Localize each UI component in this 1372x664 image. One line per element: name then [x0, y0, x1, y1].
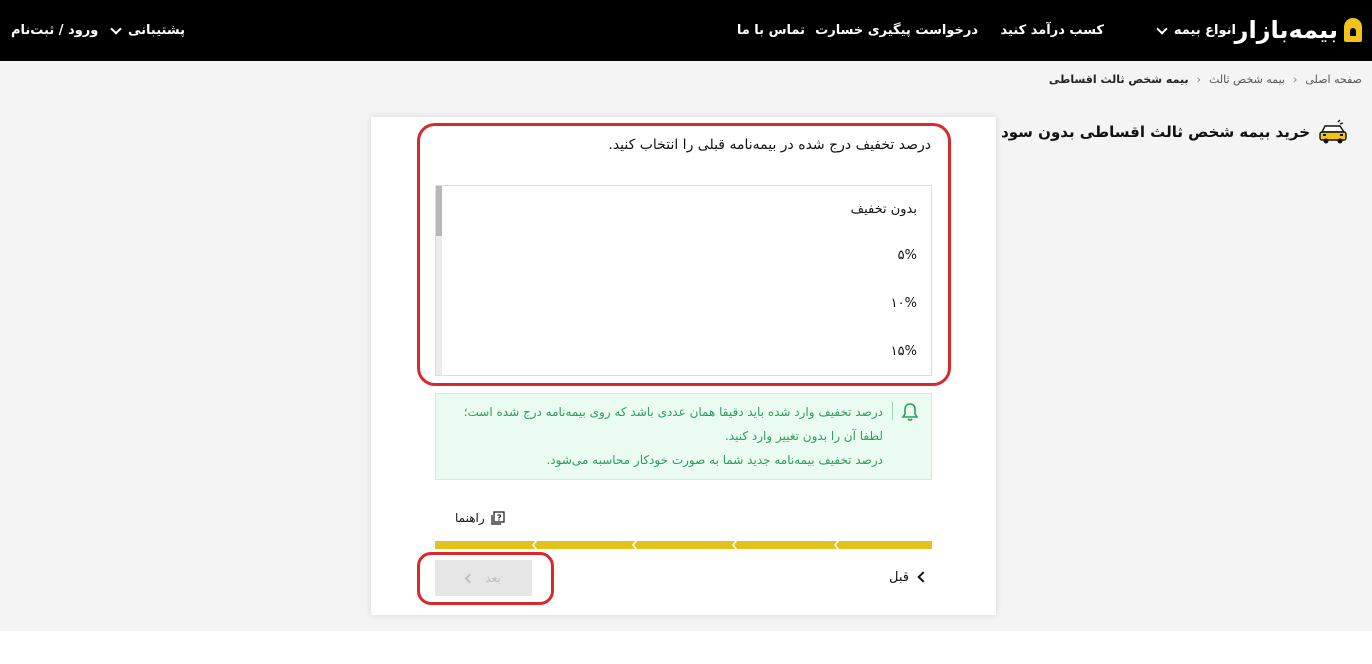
nav-contact-us-label: تماس با ما	[736, 23, 805, 38]
footer-strip	[0, 631, 1372, 664]
nav-insurance-types[interactable]: انواع بیمه	[1156, 0, 1236, 61]
nav-earn-income[interactable]: کسب درآمد کنید	[1001, 0, 1104, 61]
scrollbar-thumb[interactable]	[436, 186, 442, 236]
car-icon	[1319, 119, 1347, 144]
notice-divider	[892, 402, 893, 420]
breadcrumb-current: بیمه شخص ثالث اقساطی	[1048, 72, 1189, 86]
nav-claim-tracking-label: درخواست پیگیری خسارت	[815, 23, 978, 38]
notice-text: درصد تخفیف وارد شده باید دقیقا همان عددی…	[453, 400, 883, 472]
next-button[interactable]: بعد	[435, 560, 532, 596]
page-title-text: خرید بیمه شخص ثالث اقساطی بدون سود	[1001, 123, 1310, 141]
help-link[interactable]: راهنما	[455, 509, 505, 527]
page-title: خرید بیمه شخص ثالث اقساطی بدون سود	[1001, 116, 1348, 148]
chevron-left-icon	[464, 573, 475, 583]
nav-support[interactable]: پشتیبانی	[110, 0, 185, 61]
notice-line-2: درصد تخفیف بیمه‌نامه جدید شما به صورت خو…	[546, 453, 883, 467]
step-separator	[632, 540, 638, 550]
chevron-left-icon: ‹	[1196, 72, 1201, 86]
chevron-left-icon: ‹	[1292, 72, 1298, 86]
progress-bar	[435, 540, 932, 550]
option-10-percent[interactable]: ۱۰%	[891, 296, 917, 311]
prev-button[interactable]: قبل	[889, 567, 929, 587]
logo-text: بیمه‌بازار	[1234, 16, 1338, 44]
chevron-down-icon	[110, 22, 122, 35]
breadcrumb-home[interactable]: صفحه اصلی	[1305, 73, 1362, 86]
option-5-percent[interactable]: ۵%	[898, 248, 917, 263]
site-logo[interactable]: بیمه‌بازار	[1235, 14, 1362, 46]
nav-login[interactable]: ورود / ثبت‌نام	[11, 0, 98, 61]
prev-button-label: قبل	[889, 569, 909, 585]
nav-claim-tracking[interactable]: درخواست پیگیری خسارت	[815, 0, 978, 61]
nav-contact-us[interactable]: تماس با ما	[737, 0, 805, 61]
chevron-down-icon	[1156, 22, 1168, 35]
chevron-right-icon	[917, 571, 929, 583]
nav-support-label: پشتیبانی	[128, 23, 185, 38]
nav-earn-income-label: کسب درآمد کنید	[1000, 23, 1104, 38]
logo-icon	[1344, 18, 1362, 42]
notice-line-1: درصد تخفیف وارد شده باید دقیقا همان عددی…	[463, 405, 883, 443]
step-separator	[834, 540, 840, 550]
step-separator	[732, 540, 738, 550]
step-separator	[532, 540, 538, 550]
scrollbar[interactable]	[436, 186, 442, 375]
breadcrumb-third-party[interactable]: بیمه شخص ثالث	[1209, 73, 1285, 86]
option-15-percent[interactable]: ۱۵%	[891, 344, 917, 359]
question-text: درصد تخفیف درج شده در بیمه‌نامه قبلی را …	[608, 137, 931, 153]
discount-options-list[interactable]: بدون تخفیف ۵% ۱۰% ۱۵%	[435, 185, 932, 376]
option-no-discount[interactable]: بدون تخفیف	[851, 202, 917, 217]
help-icon	[491, 511, 505, 525]
bell-icon	[901, 403, 919, 421]
nav-insurance-types-label: انواع بیمه	[1173, 23, 1236, 38]
next-button-label: بعد	[485, 571, 501, 585]
notice-box: درصد تخفیف وارد شده باید دقیقا همان عددی…	[435, 393, 932, 480]
top-header: بیمه‌بازار انواع بیمه کسب درآمد کنید درخ…	[0, 0, 1372, 61]
nav-login-label: ورود / ثبت‌نام	[11, 23, 99, 38]
breadcrumb: صفحه اصلی ‹ بیمه شخص ثالث ‹ بیمه شخص ثال…	[1049, 71, 1362, 87]
help-label: راهنما	[455, 511, 485, 525]
form-card: درصد تخفیف درج شده در بیمه‌نامه قبلی را …	[371, 117, 996, 615]
